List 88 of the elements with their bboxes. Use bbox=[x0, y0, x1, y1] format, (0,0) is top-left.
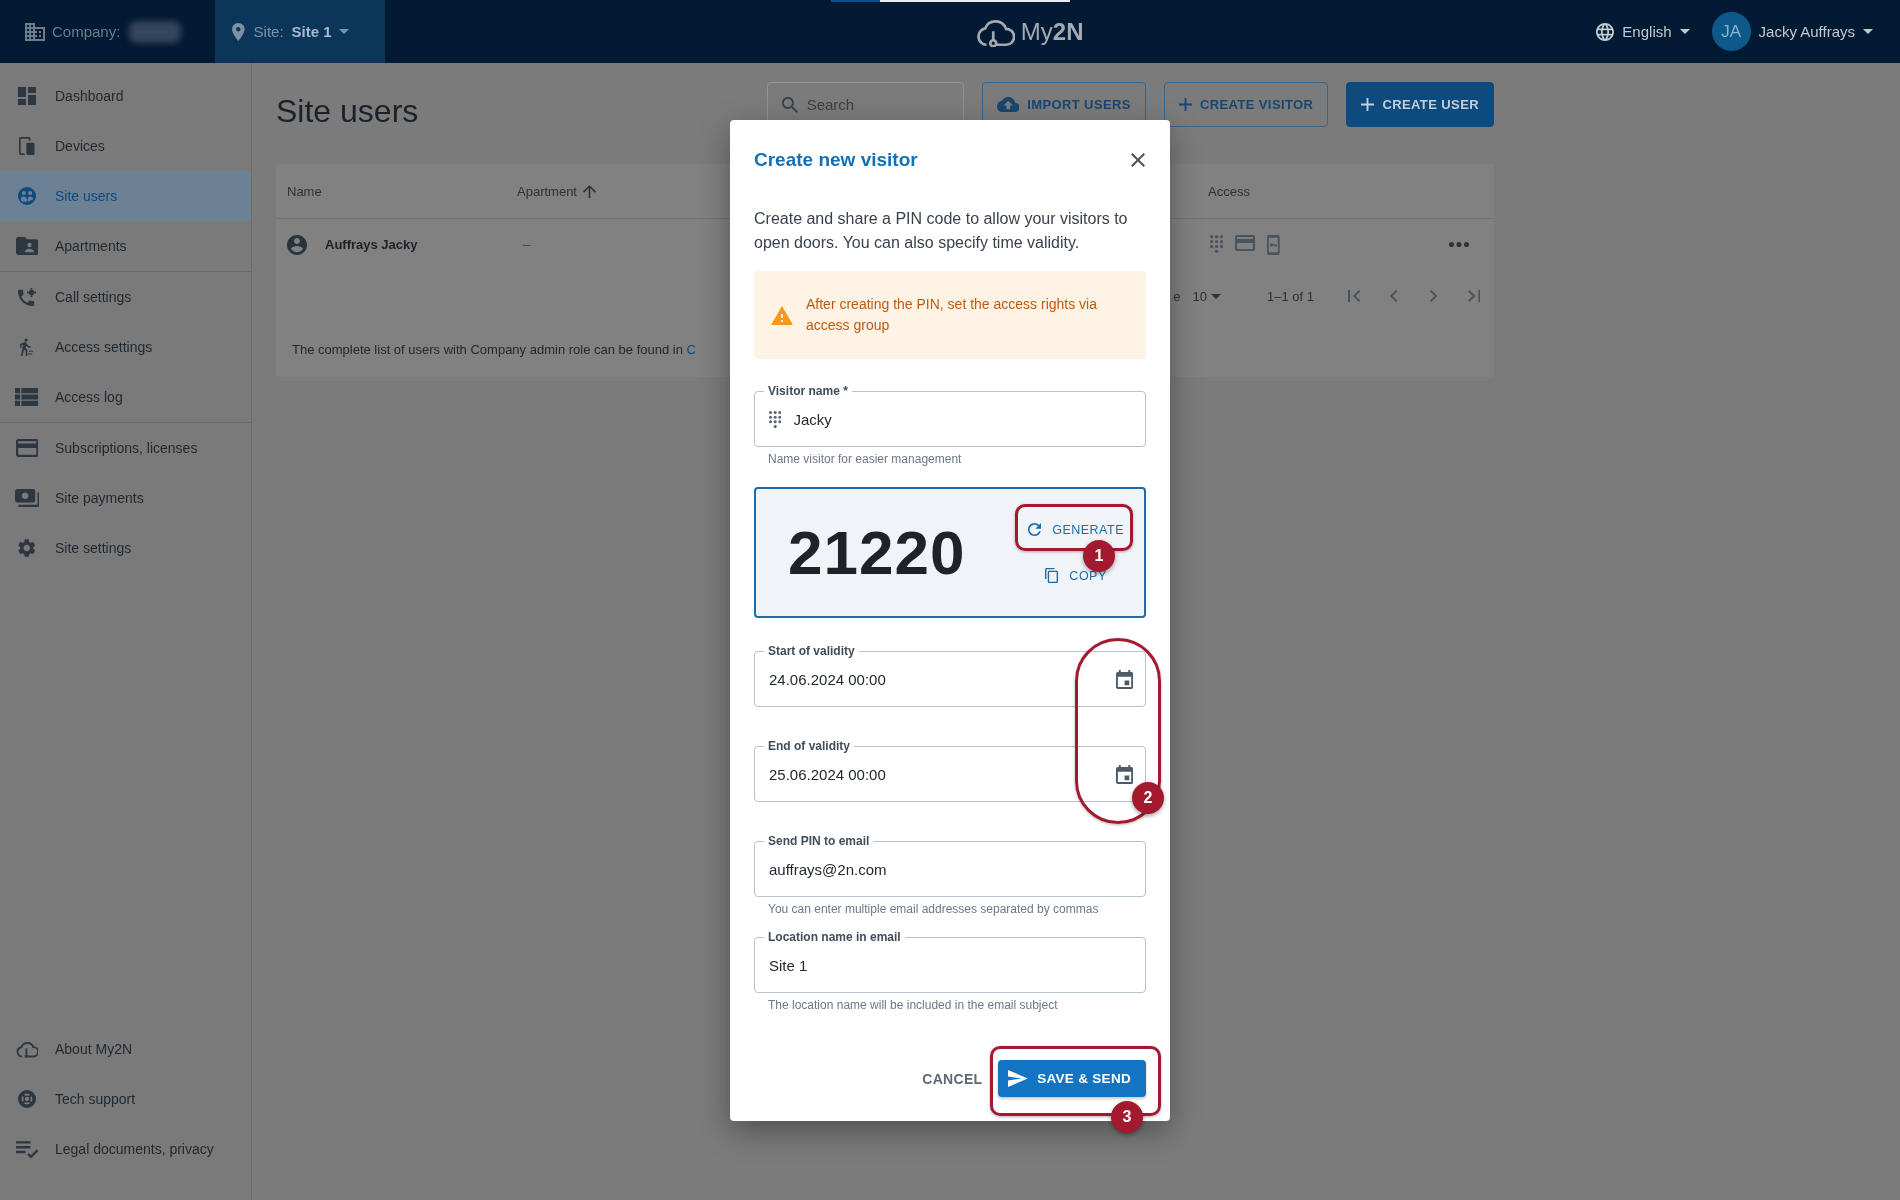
helper-text: The location name will be included in the email subject bbox=[768, 998, 1058, 1012]
sidebar-item[interactable]: Subscriptions, licenses bbox=[0, 423, 251, 473]
caret-icon bbox=[1679, 29, 1690, 34]
sidebar-item[interactable]: Devices bbox=[0, 121, 251, 171]
column-header: Name bbox=[287, 183, 322, 199]
keypad-icon bbox=[1210, 234, 1224, 253]
refresh-icon bbox=[1028, 523, 1042, 536]
table-cell-text: – bbox=[522, 237, 531, 252]
walking-person-icon bbox=[20, 338, 34, 356]
pagination-range: 1–1 of 1 bbox=[1267, 288, 1314, 304]
users-icon bbox=[18, 187, 36, 205]
plus-icon bbox=[1361, 98, 1375, 111]
more-icon[interactable] bbox=[1449, 242, 1469, 247]
device-icon bbox=[19, 137, 35, 155]
lifebuoy-icon bbox=[18, 1090, 36, 1108]
chevron-left-icon[interactable] bbox=[1390, 290, 1398, 302]
primary-button[interactable]: CREATE USER bbox=[1346, 82, 1494, 127]
sidebar-item[interactable]: About My2N bbox=[0, 1024, 251, 1074]
pin-code: 21220 bbox=[788, 517, 966, 588]
avatar: JA bbox=[1711, 12, 1751, 51]
caret-icon bbox=[1211, 293, 1221, 299]
list-icon bbox=[15, 388, 39, 406]
sidebar-item[interactable]: Tech support bbox=[0, 1074, 251, 1124]
location-pin-icon bbox=[232, 22, 245, 41]
description-text: Create and share a PIN code to allow your visitors to open doors. You can also specify time validity. bbox=[754, 209, 1129, 253]
sidebar-item[interactable]: Dashboard bbox=[0, 71, 251, 121]
sidebar-item[interactable]: Call settings bbox=[0, 272, 251, 322]
helper-text: Name visitor for easier management bbox=[768, 452, 962, 466]
globe-icon bbox=[1596, 22, 1615, 41]
helper-text: You can enter multiple email addresses separated by commas bbox=[768, 902, 1099, 916]
calendar-icon[interactable] bbox=[1115, 764, 1133, 784]
sidebar-item[interactable]: Access settings bbox=[0, 322, 251, 372]
dialog-title: Create new visitor bbox=[754, 149, 918, 171]
cloud-upload-icon bbox=[996, 97, 1020, 112]
phone-key-icon bbox=[1267, 234, 1280, 255]
sidebar-item[interactable]: Access log bbox=[0, 372, 251, 422]
calendar-icon[interactable] bbox=[1115, 669, 1133, 689]
cloud-icon bbox=[15, 1040, 39, 1058]
chevron-right-icon[interactable] bbox=[1430, 290, 1438, 302]
field-label: End of validity bbox=[764, 738, 854, 754]
folder-icon bbox=[15, 237, 39, 255]
card-icon bbox=[1235, 234, 1256, 251]
user-menu[interactable]: JA Jacky Auffrays bbox=[1711, 12, 1873, 51]
caret-icon bbox=[1863, 29, 1873, 34]
field-label: Start of validity bbox=[764, 643, 859, 659]
checklist-icon bbox=[15, 1140, 39, 1158]
column-header: Apartment bbox=[517, 183, 577, 199]
company-selector[interactable]: Company: bbox=[0, 0, 215, 63]
dashboard-icon bbox=[18, 87, 36, 105]
link[interactable]: C bbox=[686, 342, 696, 357]
send-icon bbox=[1008, 1070, 1029, 1087]
blurred-value bbox=[129, 20, 182, 43]
sidebar-item[interactable]: Site settings bbox=[0, 523, 251, 573]
building-icon bbox=[25, 22, 45, 41]
caret-icon bbox=[338, 29, 349, 34]
sidebar-item[interactable]: Site payments bbox=[0, 473, 251, 523]
last-page-icon[interactable] bbox=[1467, 290, 1481, 302]
pagination-label: e bbox=[1173, 288, 1181, 304]
step-marker: 3 bbox=[1111, 1101, 1143, 1133]
info-text: The complete list of users with Company admin role can be found in C bbox=[292, 342, 696, 357]
page-title: Site users bbox=[276, 92, 419, 130]
generate-button[interactable]: GENERATE bbox=[1020, 520, 1132, 539]
logo-text: My2N bbox=[1020, 17, 1084, 46]
copy-icon bbox=[1045, 568, 1059, 583]
sidebar-item[interactable]: Legal documents, privacy bbox=[0, 1124, 251, 1174]
phone-gear-icon bbox=[18, 288, 36, 306]
table-cell: Auffrays Jacky bbox=[325, 237, 418, 252]
site-selector[interactable]: Site: Site 1 bbox=[215, 0, 385, 63]
save-send-button[interactable]: SAVE & SEND bbox=[998, 1060, 1146, 1097]
account-icon bbox=[287, 234, 307, 255]
column-header: Access bbox=[1208, 183, 1250, 199]
plus-icon bbox=[1178, 98, 1192, 111]
cancel-button[interactable]: CANCEL bbox=[922, 1060, 983, 1097]
keypad-icon bbox=[769, 410, 782, 428]
close-icon bbox=[1131, 153, 1145, 167]
search-icon bbox=[781, 96, 798, 113]
step-marker: 2 bbox=[1132, 782, 1164, 814]
language-selector[interactable]: English bbox=[1596, 22, 1690, 41]
payments-icon bbox=[14, 489, 40, 507]
first-page-icon[interactable] bbox=[1347, 290, 1361, 302]
settings-icon bbox=[18, 539, 36, 557]
sort-arrow-icon[interactable] bbox=[583, 184, 596, 198]
warning-text: After creating the PIN, set the access rights via access group bbox=[806, 295, 1099, 335]
sidebar-item[interactable]: Site users bbox=[0, 171, 251, 221]
sidebar-item[interactable]: Apartments bbox=[0, 221, 251, 271]
rows-per-page-select[interactable]: 10 bbox=[1192, 288, 1221, 304]
warning-icon bbox=[771, 305, 793, 325]
card-icon bbox=[15, 439, 39, 457]
